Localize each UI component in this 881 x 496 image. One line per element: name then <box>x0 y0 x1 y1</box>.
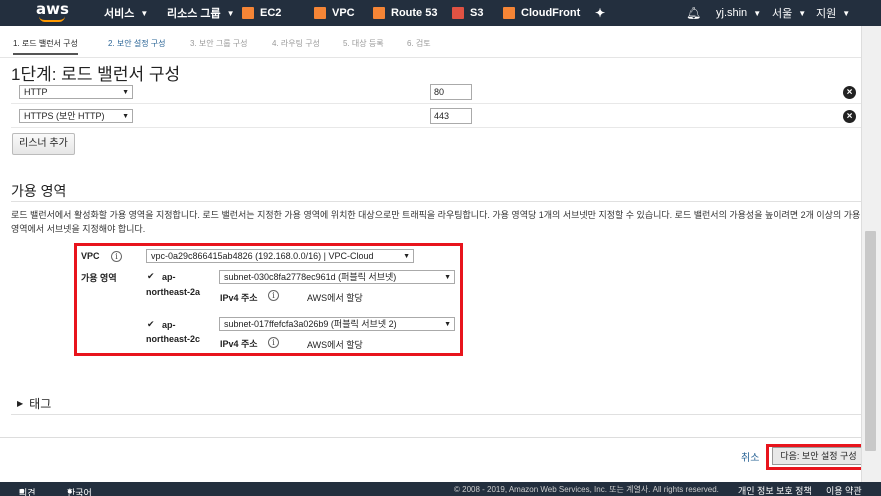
aws-logo-text: aws <box>36 0 69 18</box>
divider <box>11 414 861 415</box>
privacy-link[interactable]: 개인 정보 보호 정책 <box>738 484 812 496</box>
tab-step-5: 5. 대상 등록 <box>343 39 384 48</box>
zone-checkbox-checked[interactable]: ✔ <box>147 320 156 329</box>
copyright-text: © 2008 - 2019, Amazon Web Services, Inc.… <box>454 485 719 494</box>
tags-label: 태그 <box>29 397 52 411</box>
chevron-down-icon: ▼ <box>122 113 129 120</box>
vpc-label: VPC <box>81 251 100 261</box>
divider <box>11 201 861 202</box>
zone-name-line1: ap- <box>162 320 176 330</box>
aws-logo[interactable]: aws <box>36 2 70 24</box>
subnet-value: subnet-030c8fa2778ec961d (퍼블릭 서브넷) <box>224 272 397 282</box>
listener-row: HTTP ▼ 80 × <box>11 80 861 104</box>
chevron-down-icon: ▼ <box>444 274 451 281</box>
chevron-down-icon: ▼ <box>444 321 451 328</box>
shortcut-ec2[interactable]: EC2 <box>242 0 281 26</box>
chevron-down-icon: ▼ <box>140 8 149 18</box>
shortcut-route53[interactable]: Route 53 <box>373 0 437 26</box>
shortcut-cloudfront[interactable]: CloudFront <box>503 0 580 26</box>
chevron-down-icon: ▼ <box>403 253 410 260</box>
tab-step-3: 3. 보안 그룹 구성 <box>190 39 248 48</box>
listener-row: HTTPS (보안 HTTP) ▼ 443 × <box>11 104 861 128</box>
tab-step-4: 4. 라우팅 구성 <box>272 39 320 48</box>
zone-name-line1: ap- <box>162 272 176 282</box>
tab-step-6: 6. 검토 <box>407 39 431 48</box>
vpc-select[interactable]: vpc-0a29c866415ab4826 (192.168.0.0/16) |… <box>146 249 414 263</box>
route53-icon <box>373 7 385 19</box>
services-menu[interactable]: 서비스 ▼ <box>104 0 148 26</box>
port-input[interactable]: 80 <box>430 84 472 100</box>
protocol-value: HTTPS (보안 HTTP) <box>24 111 105 121</box>
chevron-down-icon: ▼ <box>798 8 807 18</box>
ipv4-label: IPv4 주소 <box>220 293 258 303</box>
info-icon[interactable]: i <box>268 337 279 348</box>
triangle-right-icon: ▶ <box>17 399 24 408</box>
resource-groups-label: 리소스 그룹 <box>167 8 221 20</box>
chevron-down-icon: ▼ <box>753 8 762 18</box>
terms-link[interactable]: 이용 약관 <box>826 484 862 496</box>
zones-label: 가용 영역 <box>81 273 117 283</box>
wizard-steps: 1. 로드 밸런서 구성 2. 보안 설정 구성 3. 보안 그룹 구성 4. … <box>0 26 861 58</box>
s3-icon <box>452 7 464 19</box>
ipv4-value: AWS에서 할당 <box>307 293 363 303</box>
user-name: yj.shin <box>716 7 748 19</box>
shortcut-label: CloudFront <box>521 7 581 19</box>
zone-name-line2: northeast-2a <box>146 287 201 297</box>
tab-step-1[interactable]: 1. 로드 밸런서 구성 <box>13 38 78 55</box>
remove-listener-icon[interactable]: × <box>843 110 856 123</box>
chevron-down-icon: ▼ <box>122 89 129 96</box>
zone-checkbox-checked[interactable]: ✔ <box>147 272 156 281</box>
ipv4-label: IPv4 주소 <box>220 339 258 349</box>
shortcut-s3[interactable]: S3 <box>452 0 483 26</box>
tab-step-2[interactable]: 2. 보안 설정 구성 <box>108 38 166 49</box>
availability-zones-description: 로드 밸런서에서 활성화할 가용 영역을 지정합니다. 로드 밸런서는 지정한 … <box>11 210 861 234</box>
subnet-value: subnet-017ffefcfa3a026b9 (퍼블릭 서브넷 2) <box>224 319 397 329</box>
protocol-select[interactable]: HTTP ▼ <box>19 85 133 99</box>
subnet-select[interactable]: subnet-030c8fa2778ec961d (퍼블릭 서브넷) ▼ <box>219 270 455 284</box>
cancel-link[interactable]: 취소 <box>741 449 759 464</box>
pin-icon[interactable]: ✦ <box>595 0 605 26</box>
info-icon[interactable]: i <box>268 290 279 301</box>
cloudfront-icon <box>503 7 515 19</box>
add-listener-button[interactable]: 리스너 추가 <box>12 133 75 155</box>
scrollbar-thumb[interactable] <box>865 231 876 451</box>
services-label: 서비스 <box>104 8 135 20</box>
shortcut-vpc[interactable]: VPC <box>314 0 355 26</box>
chevron-down-icon: ▼ <box>842 8 851 18</box>
shortcut-label: VPC <box>332 7 355 19</box>
chevron-down-icon: ▼ <box>226 8 235 18</box>
region-label: 서울 <box>772 8 793 20</box>
vertical-scrollbar[interactable] <box>861 26 881 482</box>
protocol-value: HTTP <box>24 87 48 97</box>
vpc-icon <box>314 7 326 19</box>
availability-zones-heading: 가용 영역 <box>11 183 67 199</box>
bell-icon[interactable]: 🔔︎ <box>686 0 701 26</box>
region-menu[interactable]: 서울 ▼ <box>772 0 806 26</box>
language-label: 한국어 <box>67 488 92 496</box>
console-footer: ■ 의견 ● 한국어 © 2008 - 2019, Amazon Web Ser… <box>0 482 881 496</box>
zone-name-line2: northeast-2c <box>146 334 201 344</box>
info-icon[interactable]: i <box>111 251 122 262</box>
tags-toggle[interactable]: ▶ 태그 <box>17 395 51 412</box>
support-label: 지원 <box>816 8 837 20</box>
top-nav-bar: aws 서비스 ▼ 리소스 그룹 ▼ EC2 VPC Route 53 S3 Clo… <box>0 0 881 26</box>
vpc-value: vpc-0a29c866415ab4826 (192.168.0.0/16) |… <box>151 251 374 261</box>
protocol-select[interactable]: HTTPS (보안 HTTP) ▼ <box>19 109 133 123</box>
resource-groups-menu[interactable]: 리소스 그룹 ▼ <box>167 0 235 26</box>
ec2-icon <box>242 7 254 19</box>
ipv4-value: AWS에서 할당 <box>307 340 363 350</box>
port-input[interactable]: 443 <box>430 108 472 124</box>
wizard-actions: 취소 다음: 보안 설정 구성 <box>0 437 873 481</box>
next-configure-security-button[interactable]: 다음: 보안 설정 구성 <box>772 447 865 465</box>
aws-smile-icon <box>39 16 65 22</box>
shortcut-label: Route 53 <box>391 7 438 19</box>
feedback-label: 의견 <box>19 488 36 496</box>
shortcut-label: S3 <box>470 7 484 19</box>
subnet-select[interactable]: subnet-017ffefcfa3a026b9 (퍼블릭 서브넷 2) ▼ <box>219 317 455 331</box>
support-menu[interactable]: 지원 ▼ <box>816 0 850 26</box>
user-menu[interactable]: yj.shin ▼ <box>716 0 761 26</box>
remove-listener-icon[interactable]: × <box>843 86 856 99</box>
shortcut-label: EC2 <box>260 7 282 19</box>
